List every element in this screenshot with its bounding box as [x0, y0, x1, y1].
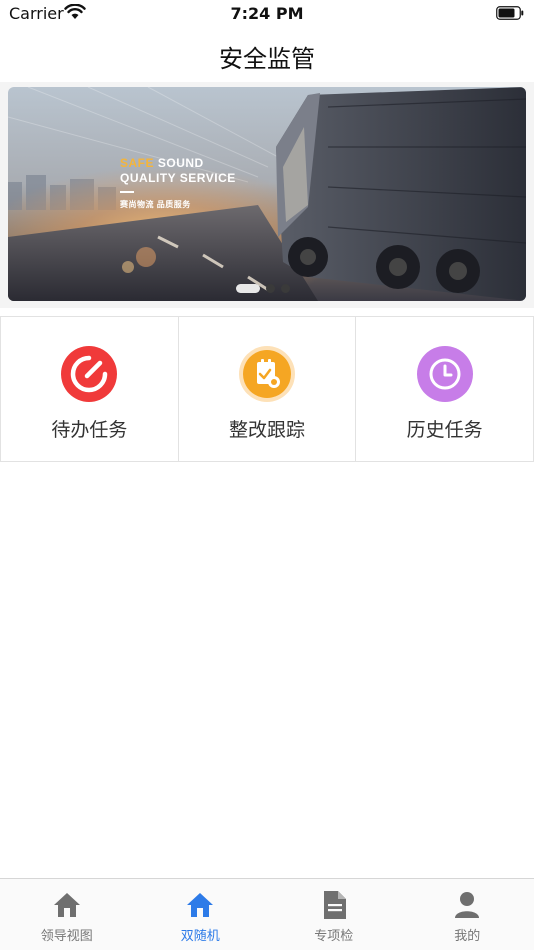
- quick-action-grid: 待办任务 整改跟踪 历史任务: [0, 316, 534, 462]
- tab-special-inspection[interactable]: 专项检: [267, 879, 401, 950]
- clipboard-check-icon: [239, 346, 295, 402]
- navigation-bar: 安全监管: [0, 30, 534, 82]
- action-label: 整改跟踪: [229, 419, 306, 441]
- banner-carousel[interactable]: SAFE SOUND QUALITY SERVICE 赛尚物流 品质服务: [8, 87, 526, 301]
- page-dot-2[interactable]: [266, 284, 275, 293]
- slogan-line3: 赛尚物流 品质服务: [120, 200, 191, 209]
- status-bar: Carrier 7:24 PM: [0, 0, 534, 30]
- gauge-icon: [61, 346, 118, 402]
- slogan-accent: SAFE: [120, 156, 155, 170]
- clock-icon: [416, 346, 473, 402]
- action-history-tasks[interactable]: 历史任务: [356, 317, 534, 461]
- action-rectification-tracking[interactable]: 整改跟踪: [179, 317, 357, 461]
- tab-label: 领导视图: [40, 929, 93, 944]
- tab-label: 我的: [454, 929, 481, 944]
- action-pending-tasks[interactable]: 待办任务: [0, 317, 179, 461]
- tab-label: 双随机: [180, 929, 220, 944]
- tab-mine[interactable]: 我的: [401, 879, 534, 950]
- slogan-divider: [120, 191, 134, 193]
- tab-double-random[interactable]: 双随机: [134, 879, 268, 950]
- banner-slogan: SAFE SOUND QUALITY SERVICE 赛尚物流 品质服务: [120, 156, 236, 210]
- banner-image: [8, 87, 526, 301]
- action-label: 历史任务: [406, 419, 483, 441]
- tab-leader-view[interactable]: 领导视图: [0, 879, 134, 950]
- action-label: 待办任务: [51, 419, 128, 441]
- carousel-page-indicator[interactable]: [236, 284, 290, 293]
- person-icon: [455, 892, 480, 918]
- page-title: 安全监管: [219, 44, 315, 73]
- document-icon: [323, 891, 346, 919]
- tab-bar: 领导视图 双随机 专项检 我的: [0, 878, 534, 950]
- page-dot-1[interactable]: [236, 284, 260, 293]
- home-icon: [187, 893, 214, 917]
- home-icon: [53, 893, 80, 917]
- slogan-line1: SOUND: [154, 156, 204, 170]
- slogan-line2: QUALITY SERVICE: [120, 171, 236, 185]
- tab-label: 专项检: [314, 929, 354, 944]
- page-dot-3[interactable]: [281, 284, 290, 293]
- clock-time: 7:24 PM: [230, 4, 304, 23]
- battery-icon: [496, 6, 524, 20]
